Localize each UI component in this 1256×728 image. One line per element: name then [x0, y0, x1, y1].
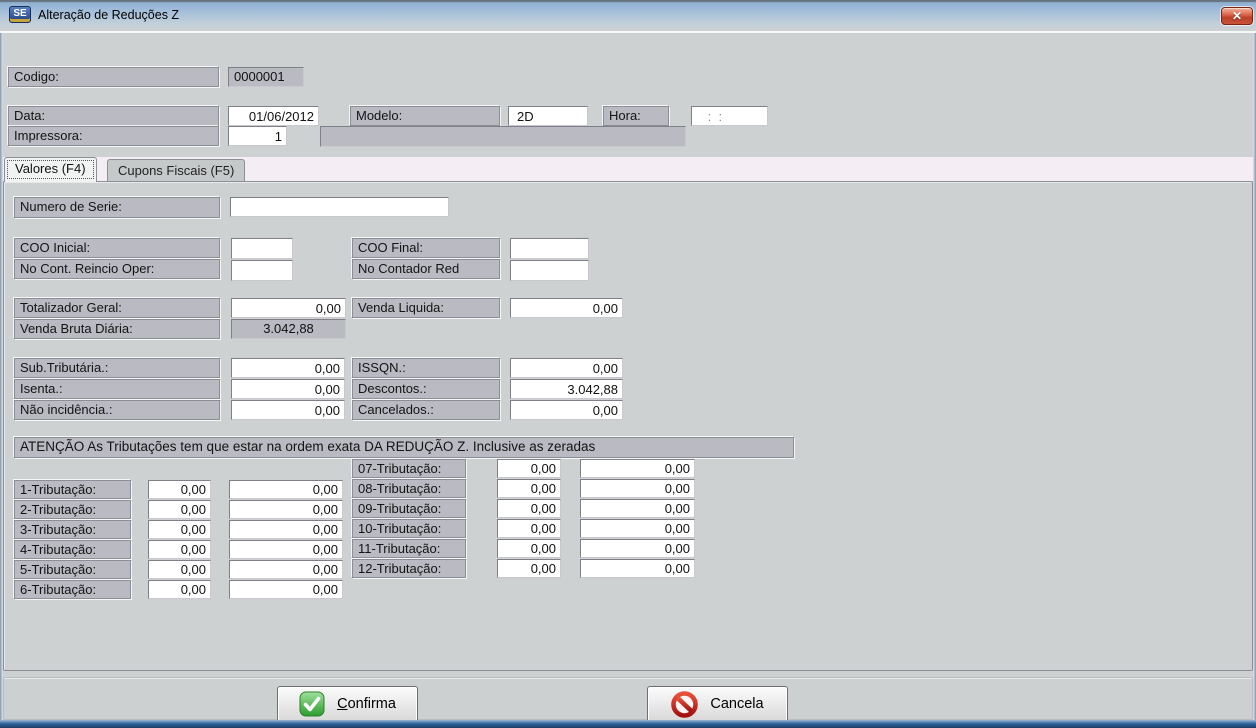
data-label: Data:: [8, 106, 219, 126]
tributacao-5-input-2[interactable]: [229, 560, 343, 579]
tributacao-08-input-1[interactable]: [497, 479, 561, 498]
tributacao-07-label: 07-Tributação:: [352, 459, 466, 478]
modelo-label: Modelo:: [350, 106, 500, 126]
button-bar: [3, 677, 1253, 720]
codigo-label: Codigo:: [8, 67, 219, 87]
tributacao-07-input-1[interactable]: [497, 459, 561, 478]
tributacao-6-label: 6-Tributação:: [14, 580, 131, 599]
cont-reinicio-label: No Cont. Reincio Oper:: [14, 259, 220, 279]
cancelados-input[interactable]: [510, 400, 623, 420]
cancelados-label: Cancelados.:: [352, 400, 500, 420]
issqn-label: ISSQN.:: [352, 358, 500, 378]
tributacao-09-label: 09-Tributação:: [352, 499, 466, 518]
tributacao-3-input-2[interactable]: [229, 520, 343, 539]
cancel-icon: [671, 691, 698, 718]
tributacao-1-input-1[interactable]: [148, 480, 211, 499]
confirma-button[interactable]: Confirma: [277, 686, 418, 722]
coo-final-input[interactable]: [510, 238, 589, 259]
hora-label: Hora:: [603, 106, 669, 126]
app-logo-icon: SE: [9, 6, 31, 23]
coo-final-label: COO Final:: [352, 238, 500, 258]
tributacao-10-input-1[interactable]: [497, 519, 561, 538]
impressora-label: Impressora:: [8, 126, 219, 146]
modelo-input[interactable]: [508, 106, 588, 126]
tributacao-10-input-2[interactable]: [580, 519, 695, 538]
tributacao-09-input-1[interactable]: [497, 499, 561, 518]
tab-strip: Valores (F4) Cupons Fiscais (F5): [3, 157, 1253, 181]
numero-serie-input[interactable]: [230, 197, 449, 217]
atencao-banner: ATENÇÃO As Tributações tem que estar na …: [14, 437, 794, 458]
tributacao-08-input-2[interactable]: [580, 479, 695, 498]
close-button[interactable]: ✕: [1221, 7, 1253, 25]
totalizador-geral-input[interactable]: [231, 298, 346, 318]
contador-red-input[interactable]: [510, 260, 589, 281]
impressora-desc-box: [320, 126, 686, 147]
tributacao-4-input-2[interactable]: [229, 540, 343, 559]
close-icon: ✕: [1232, 9, 1242, 23]
totalizador-geral-label: Totalizador Geral:: [14, 298, 220, 318]
tributacao-2-input-2[interactable]: [229, 500, 343, 519]
tributacao-6-input-2[interactable]: [229, 580, 343, 599]
nao-incidencia-label: Não incidência.:: [14, 400, 220, 420]
codigo-value: 0000001: [228, 67, 304, 87]
contador-red-label: No Contador Red: [352, 259, 500, 279]
nao-incidencia-input[interactable]: [231, 400, 345, 420]
hora-input[interactable]: [691, 106, 768, 126]
tributacao-2-label: 2-Tributação:: [14, 500, 131, 519]
isenta-input[interactable]: [231, 379, 345, 399]
tributacao-09-input-2[interactable]: [580, 499, 695, 518]
tributacao-4-input-1[interactable]: [148, 540, 211, 559]
tributacao-5-input-1[interactable]: [148, 560, 211, 579]
numero-serie-label: Numero de Serie:: [14, 197, 220, 218]
tributacao-6-input-1[interactable]: [148, 580, 211, 599]
tributacao-3-label: 3-Tributação:: [14, 520, 131, 539]
coo-inicial-input[interactable]: [231, 238, 293, 259]
tributacao-12-input-2[interactable]: [580, 559, 695, 578]
tributacao-4-label: 4-Tributação:: [14, 540, 131, 559]
coo-inicial-label: COO Inicial:: [14, 238, 220, 258]
descontos-input[interactable]: [510, 379, 623, 399]
data-input[interactable]: [228, 106, 319, 126]
venda-bruta-value: 3.042,88: [231, 319, 346, 339]
confirma-button-label: Confirma: [337, 696, 396, 712]
issqn-input[interactable]: [510, 358, 623, 378]
cont-reinicio-input[interactable]: [231, 260, 293, 281]
dialog-window: SE Alteração de Reduções Z ✕ Codigo: 000…: [0, 0, 1256, 728]
cancela-button-label: Cancela: [710, 696, 763, 712]
sub-tributaria-input[interactable]: [231, 358, 345, 378]
tributacao-12-input-1[interactable]: [497, 559, 561, 578]
tributacao-10-label: 10-Tributação:: [352, 519, 466, 538]
tributacao-2-input-1[interactable]: [148, 500, 211, 519]
tributacao-3-input-1[interactable]: [148, 520, 211, 539]
isenta-label: Isenta.:: [14, 379, 220, 399]
tributacao-5-label: 5-Tributação:: [14, 560, 131, 579]
descontos-label: Descontos.:: [352, 379, 500, 399]
check-icon: [299, 691, 325, 717]
tributacao-08-label: 08-Tributação:: [352, 479, 466, 498]
sub-tributaria-label: Sub.Tributária.:: [14, 358, 220, 378]
venda-liquida-label: Venda Liquida:: [352, 298, 500, 318]
window-border-bottom: [0, 720, 1256, 728]
tab-valores[interactable]: Valores (F4): [4, 157, 97, 182]
tributacao-12-label: 12-Tributação:: [352, 559, 466, 578]
venda-bruta-label: Venda Bruta Diária:: [14, 319, 220, 339]
tributacao-1-input-2[interactable]: [229, 480, 343, 499]
impressora-input[interactable]: [228, 126, 287, 146]
window-title: Alteração de Reduções Z: [38, 8, 179, 22]
tributacao-11-input-1[interactable]: [497, 539, 561, 558]
cancela-button[interactable]: Cancela: [647, 686, 788, 722]
tributacao-1-label: 1-Tributação:: [14, 480, 131, 499]
tributacao-11-label: 11-Tributação:: [352, 539, 466, 558]
tab-cupons-fiscais[interactable]: Cupons Fiscais (F5): [107, 159, 245, 181]
tributacao-07-input-2[interactable]: [580, 459, 695, 478]
window-border-left: [0, 33, 3, 728]
venda-liquida-input[interactable]: [510, 298, 623, 318]
titlebar: SE Alteração de Reduções Z ✕: [0, 0, 1256, 33]
tributacao-11-input-2[interactable]: [580, 539, 695, 558]
